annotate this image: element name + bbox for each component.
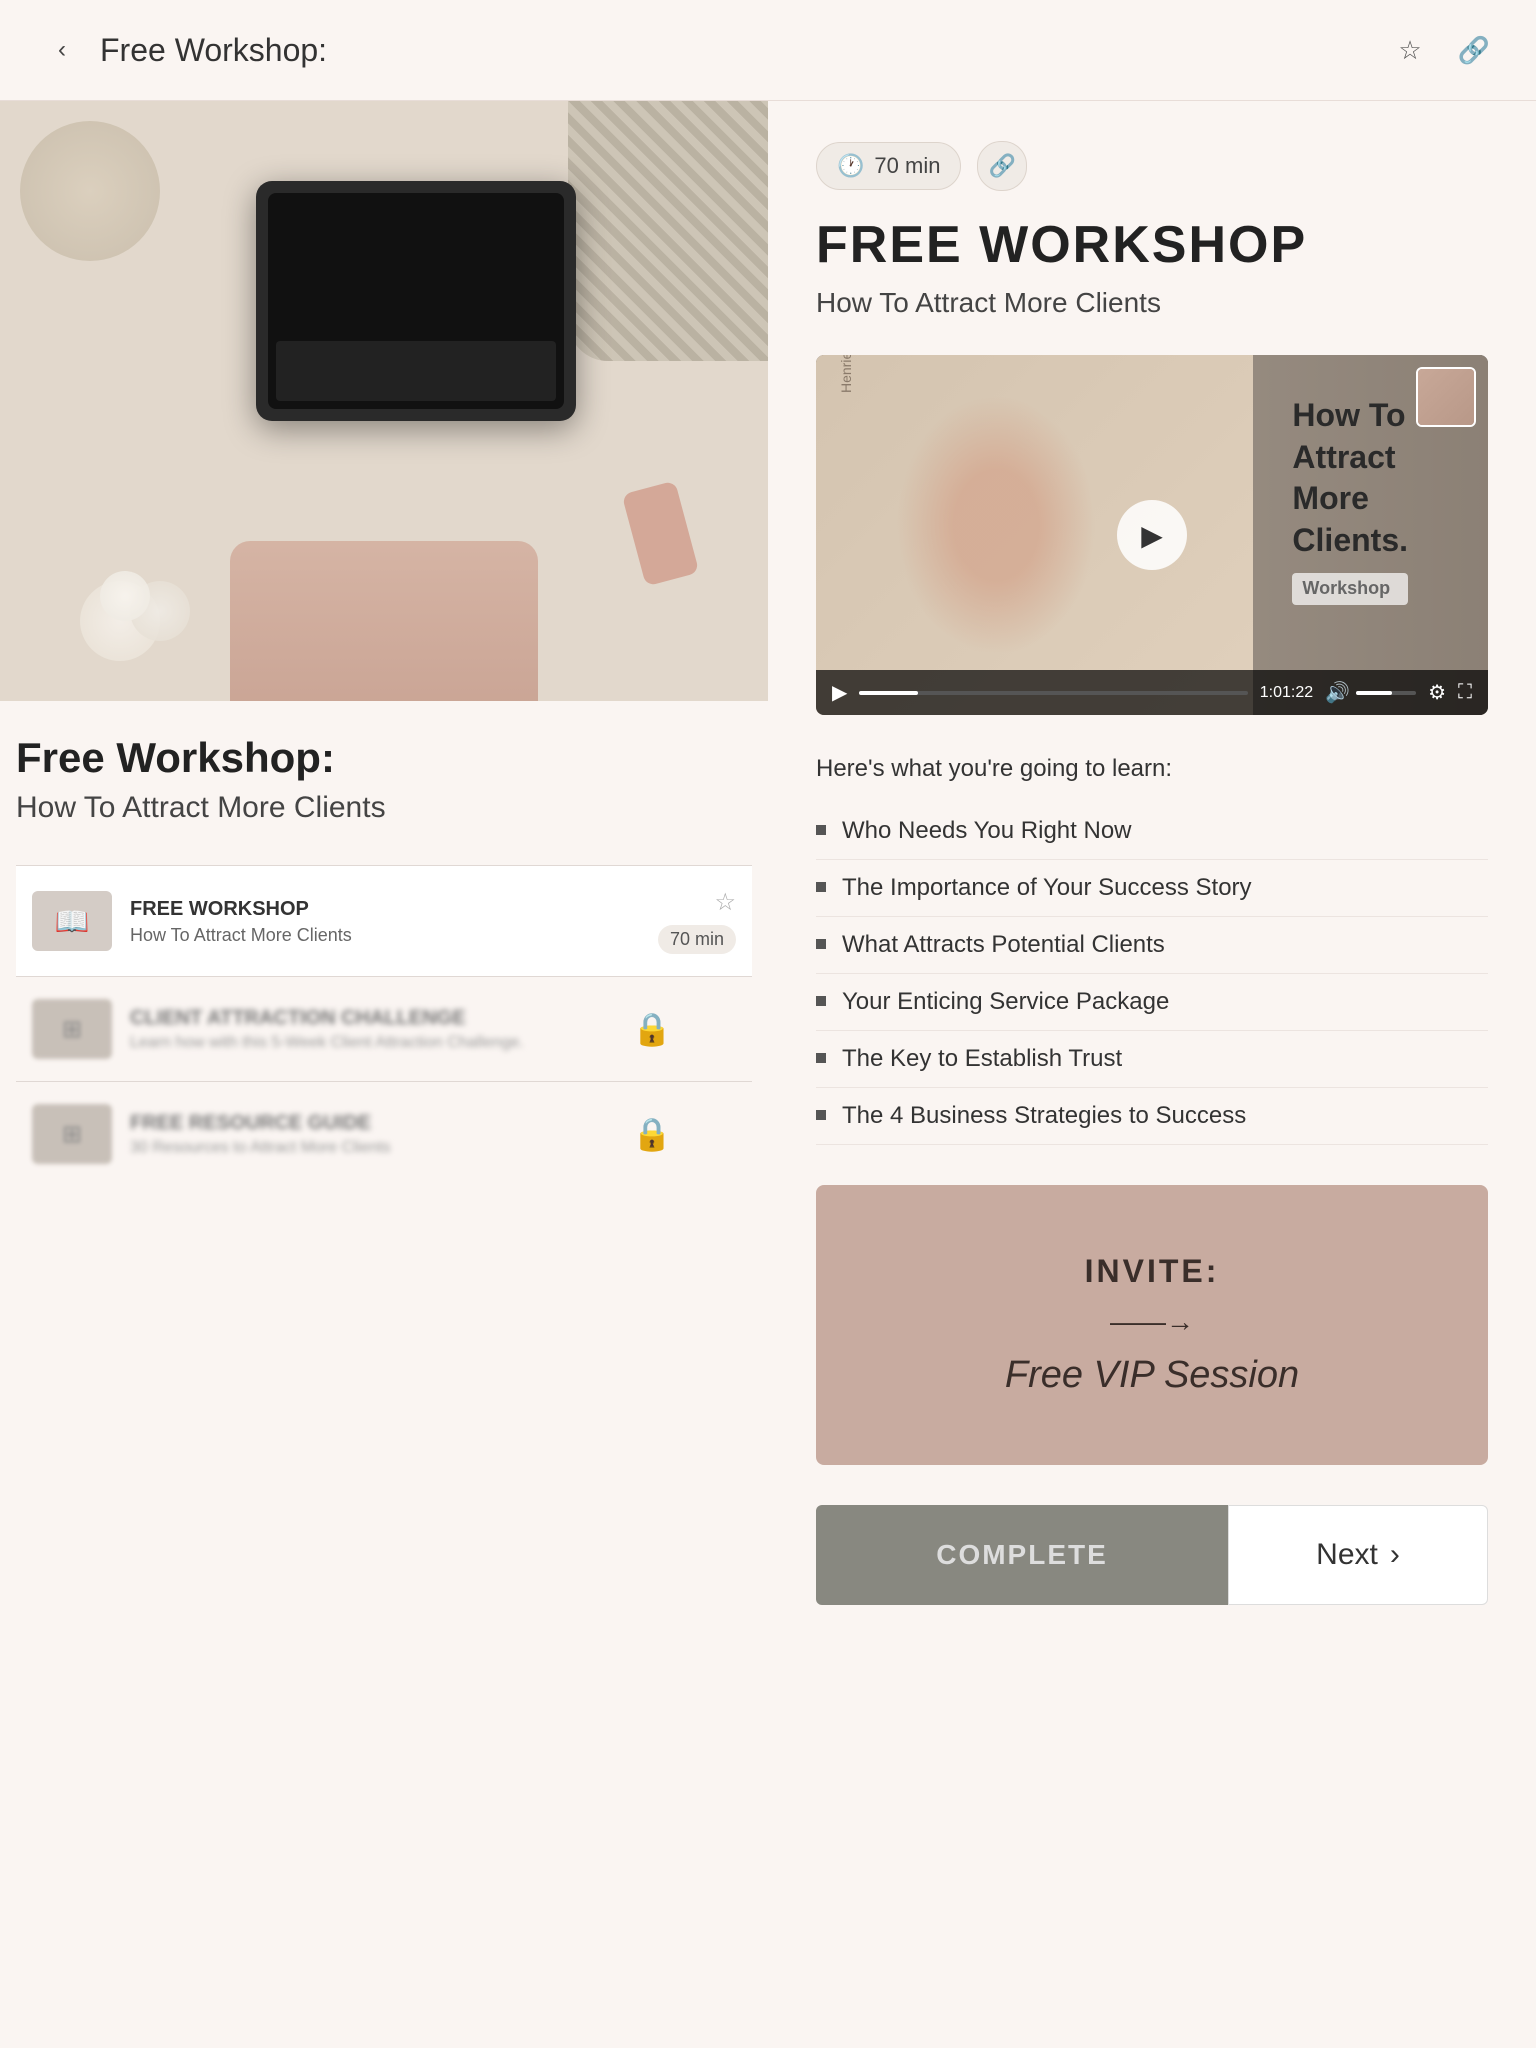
bullet-icon	[816, 825, 826, 835]
star-icon[interactable]: ☆	[714, 888, 736, 917]
section-main-title: Free Workshop:	[16, 733, 720, 783]
main-content: Free Workshop: How To Attract More Clien…	[0, 101, 1536, 1645]
volume-icon[interactable]: 🔊	[1325, 680, 1350, 705]
bullet-icon	[816, 996, 826, 1006]
course-thumbnail-locked: ⊞	[32, 999, 112, 1059]
link-button[interactable]: 🔗	[977, 141, 1027, 191]
invite-label: INVITE:	[1085, 1253, 1220, 1290]
course-name: FREE WORKSHOP	[130, 897, 640, 921]
course-list: 📖 FREE WORKSHOP How To Attract More Clie…	[16, 841, 752, 1186]
course-duration: 70 min	[658, 925, 736, 954]
list-item: What Attracts Potential Clients	[816, 917, 1488, 974]
section-title-block: Free Workshop: How To Attract More Clien…	[16, 701, 752, 841]
video-player[interactable]: Henrietta Daniel How To Attract More Cli…	[816, 355, 1488, 715]
bookmark-button[interactable]: ☆	[1388, 28, 1432, 72]
list-item[interactable]: ⊞ CLIENT ATTRACTION CHALLENGE Learn how …	[16, 976, 752, 1081]
learn-item-text: The Importance of Your Success Story	[842, 874, 1252, 902]
course-right: ☆ 70 min	[658, 888, 736, 954]
learn-item-text: Who Needs You Right Now	[842, 817, 1132, 845]
list-item: The Importance of Your Success Story	[816, 860, 1488, 917]
invite-card[interactable]: INVITE: ——→ Free VIP Session	[816, 1185, 1488, 1465]
progress-fill	[859, 691, 917, 695]
left-title-section: Free Workshop: How To Attract More Clien…	[0, 701, 768, 1186]
header-title: Free Workshop:	[100, 32, 327, 69]
course-subtitle: How To Attract More Clients	[130, 925, 640, 946]
share-button[interactable]: 🔗	[1452, 28, 1496, 72]
course-thumbnail-locked-2: ⊞	[32, 1104, 112, 1164]
duration-badge: 🕐 70 min	[816, 142, 961, 190]
play-icon[interactable]: ▶	[832, 680, 847, 705]
settings-icon[interactable]: ⚙	[1428, 680, 1446, 705]
complete-button[interactable]: COMPLETE	[816, 1505, 1228, 1605]
list-item: Your Enticing Service Package	[816, 974, 1488, 1031]
workshop-subtitle: How To Attract More Clients	[816, 287, 1488, 319]
clock-icon: 🕐	[837, 153, 864, 179]
header-left: ‹ Free Workshop:	[40, 28, 327, 72]
list-item[interactable]: ⊞ FREE RESOURCE GUIDE 30 Resources to At…	[16, 1081, 752, 1186]
list-item: Who Needs You Right Now	[816, 803, 1488, 860]
left-column: Free Workshop: How To Attract More Clien…	[0, 101, 768, 1645]
section-sub-title: How To Attract More Clients	[16, 791, 720, 825]
duration-text: 70 min	[874, 153, 940, 179]
invite-title: Free VIP Session	[1005, 1354, 1299, 1397]
list-item: The Key to Establish Trust	[816, 1031, 1488, 1088]
learn-item-text: What Attracts Potential Clients	[842, 931, 1165, 959]
video-play-button[interactable]: ▶	[1117, 500, 1187, 570]
bullet-icon	[816, 882, 826, 892]
bullet-icon	[816, 1110, 826, 1120]
lock-icon-2: 🔒	[632, 1115, 672, 1153]
next-label: Next	[1316, 1538, 1378, 1572]
header: ‹ Free Workshop: ☆ 🔗	[0, 0, 1536, 101]
learn-intro: Here's what you're going to learn:	[816, 755, 1488, 783]
duration-row: 🕐 70 min 🔗	[816, 141, 1488, 191]
workshop-title: FREE WORKSHOP	[816, 215, 1488, 275]
hero-image	[0, 101, 768, 701]
progress-bar[interactable]	[859, 691, 1247, 695]
header-icons: ☆ 🔗	[1388, 28, 1496, 72]
right-column: 🕐 70 min 🔗 FREE WORKSHOP How To Attract …	[768, 101, 1536, 1645]
list-item[interactable]: 📖 FREE WORKSHOP How To Attract More Clie…	[16, 865, 752, 976]
bullet-icon	[816, 939, 826, 949]
learn-item-text: The Key to Establish Trust	[842, 1045, 1122, 1073]
bullet-icon	[816, 1053, 826, 1063]
video-avatar	[1416, 367, 1476, 427]
fullscreen-icon[interactable]: ⛶	[1458, 681, 1472, 704]
learn-item-text: The 4 Business Strategies to Success	[842, 1102, 1246, 1130]
course-info: FREE WORKSHOP How To Attract More Client…	[130, 897, 640, 946]
back-button[interactable]: ‹	[40, 28, 84, 72]
course-thumbnail: 📖	[32, 891, 112, 951]
next-button[interactable]: Next ›	[1228, 1505, 1488, 1605]
bottom-actions: COMPLETE Next ›	[816, 1505, 1488, 1605]
list-item: The 4 Business Strategies to Success	[816, 1088, 1488, 1145]
volume-fill	[1356, 691, 1392, 695]
invite-arrow: ——→	[1110, 1306, 1194, 1338]
chevron-right-icon: ›	[1390, 1538, 1400, 1572]
book-icon: 📖	[55, 905, 90, 938]
time-display: 1:01:22	[1260, 684, 1313, 702]
video-text-overlay: How To Attract More Clients. Workshop	[1292, 395, 1408, 605]
learn-list: Who Needs You Right Now The Importance o…	[816, 803, 1488, 1145]
learn-item-text: Your Enticing Service Package	[842, 988, 1169, 1016]
video-controls: ▶ 1:01:22 🔊 ⚙ ⛶	[816, 670, 1488, 715]
volume-bar[interactable]	[1356, 691, 1416, 695]
volume-area: 🔊	[1325, 680, 1416, 705]
lock-icon: 🔒	[632, 1010, 672, 1048]
